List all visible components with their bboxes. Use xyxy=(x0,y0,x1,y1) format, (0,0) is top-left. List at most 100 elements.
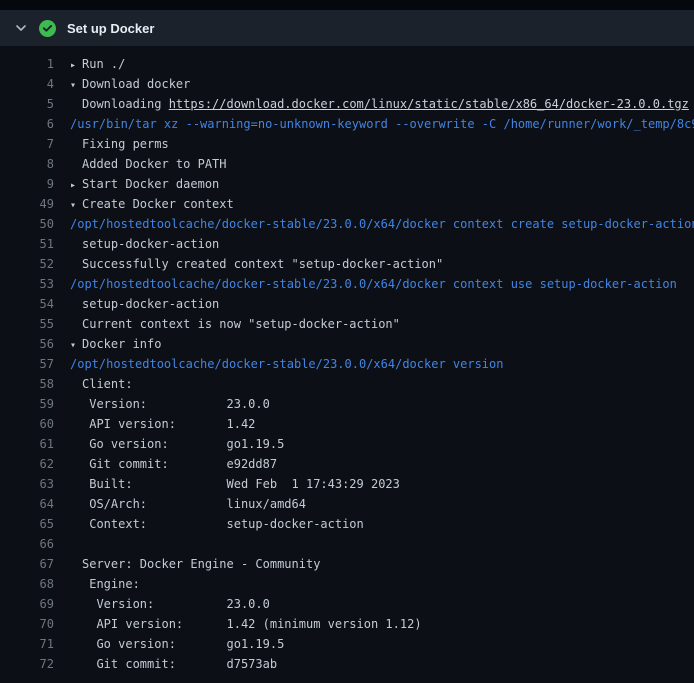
log-row: 7 Fixing perms xyxy=(0,134,694,154)
log-text: Go version: go1.19.5 xyxy=(82,437,284,451)
line-number[interactable]: 7 xyxy=(0,134,54,154)
log-row: 72 Git commit: d7573ab xyxy=(0,654,694,674)
line-number[interactable]: 66 xyxy=(0,534,54,554)
log-command-text: /usr/bin/tar xz --warning=no-unknown-key… xyxy=(70,117,694,131)
line-number[interactable]: 9 xyxy=(0,174,54,194)
collapse-toggle-icon[interactable]: ▾ xyxy=(70,76,82,94)
log-line-content: ▾Create Docker context xyxy=(70,194,234,214)
line-number[interactable]: 70 xyxy=(0,614,54,634)
line-number[interactable]: 1 xyxy=(0,54,54,74)
log-line-content: Successfully created context "setup-dock… xyxy=(70,254,443,274)
log-line-content: ▸Run ./ xyxy=(70,54,125,74)
log-row: 51 setup-docker-action xyxy=(0,234,694,254)
line-number[interactable]: 72 xyxy=(0,654,54,674)
log-line-content: API version: 1.42 (minimum version 1.12) xyxy=(70,614,422,634)
log-row: 60 API version: 1.42 xyxy=(0,414,694,434)
line-number[interactable]: 62 xyxy=(0,454,54,474)
log-text: Create Docker context xyxy=(82,197,234,211)
line-number[interactable]: 63 xyxy=(0,474,54,494)
line-number[interactable]: 64 xyxy=(0,494,54,514)
log-line-content: Engine: xyxy=(70,574,140,594)
line-number[interactable]: 53 xyxy=(0,274,54,294)
log-group-row[interactable]: 1 ▸Run ./ xyxy=(0,54,694,74)
line-number[interactable]: 58 xyxy=(0,374,54,394)
log-row: 63 Built: Wed Feb 1 17:43:29 2023 xyxy=(0,474,694,494)
log-command-text: /opt/hostedtoolcache/docker-stable/23.0.… xyxy=(70,277,677,291)
log-text: Successfully created context "setup-dock… xyxy=(82,257,443,271)
line-number[interactable]: 51 xyxy=(0,234,54,254)
log-line-content: Added Docker to PATH xyxy=(70,154,227,174)
log-row: 6/usr/bin/tar xz --warning=no-unknown-ke… xyxy=(0,114,694,134)
log-row: 54 setup-docker-action xyxy=(0,294,694,314)
log-line-content: Go version: go1.19.5 xyxy=(70,634,284,654)
line-number[interactable]: 69 xyxy=(0,594,54,614)
log-line-content: Go version: go1.19.5 xyxy=(70,434,284,454)
log-group-row[interactable]: 4 ▾Download docker xyxy=(0,74,694,94)
line-number[interactable]: 67 xyxy=(0,554,54,574)
log-row: 55 Current context is now "setup-docker-a… xyxy=(0,314,694,334)
step-header[interactable]: Set up Docker xyxy=(0,10,694,46)
line-number[interactable]: 60 xyxy=(0,414,54,434)
workflow-log-panel: Set up Docker 1▸Run ./4▾Download docker5… xyxy=(0,0,694,683)
log-text: Engine: xyxy=(82,577,140,591)
line-number[interactable]: 5 xyxy=(0,94,54,114)
log-line-content: Context: setup-docker-action xyxy=(70,514,364,534)
log-group-row[interactable]: 9 ▸Start Docker daemon xyxy=(0,174,694,194)
step-title: Set up Docker xyxy=(67,21,154,36)
line-number[interactable]: 8 xyxy=(0,154,54,174)
expand-toggle-icon[interactable]: ▸ xyxy=(70,56,82,74)
log-text: Server: Docker Engine - Community xyxy=(82,557,320,571)
log-row: 66 xyxy=(0,534,694,554)
log-line-content: Version: 23.0.0 xyxy=(70,594,270,614)
line-number[interactable]: 54 xyxy=(0,294,54,314)
log-line-content: ▾Docker info xyxy=(70,334,161,354)
line-number[interactable]: 65 xyxy=(0,514,54,534)
collapse-toggle-icon[interactable]: ▾ xyxy=(70,336,82,354)
log-text: Go version: go1.19.5 xyxy=(82,637,284,651)
expand-toggle-icon[interactable]: ▸ xyxy=(70,176,82,194)
line-number[interactable]: 68 xyxy=(0,574,54,594)
log-url-link[interactable]: https://download.docker.com/linux/static… xyxy=(169,97,689,111)
log-line-content: Version: 23.0.0 xyxy=(70,394,270,414)
chevron-down-icon[interactable] xyxy=(14,21,28,35)
line-number[interactable]: 71 xyxy=(0,634,54,654)
log-text: Downloading xyxy=(82,97,169,111)
log-text: Fixing perms xyxy=(82,137,169,151)
line-number[interactable]: 57 xyxy=(0,354,54,374)
log-row: 5 Downloading https://download.docker.com… xyxy=(0,94,694,114)
line-number[interactable]: 61 xyxy=(0,434,54,454)
log-line-content: setup-docker-action xyxy=(70,234,219,254)
log-line-content: setup-docker-action xyxy=(70,294,219,314)
line-number[interactable]: 52 xyxy=(0,254,54,274)
log-row: 69 Version: 23.0.0 xyxy=(0,594,694,614)
log-text: Docker info xyxy=(82,337,161,351)
line-number[interactable]: 56 xyxy=(0,334,54,354)
line-number[interactable]: 55 xyxy=(0,314,54,334)
log-text: Client: xyxy=(82,377,133,391)
log-text: Git commit: d7573ab xyxy=(82,657,277,671)
log-row: 65 Context: setup-docker-action xyxy=(0,514,694,534)
log-line-content: ▾Download docker xyxy=(70,74,190,94)
log-row: 8 Added Docker to PATH xyxy=(0,154,694,174)
log-text: Current context is now "setup-docker-act… xyxy=(82,317,400,331)
log-row: 71 Go version: go1.19.5 xyxy=(0,634,694,654)
log-row: 70 API version: 1.42 (minimum version 1.… xyxy=(0,614,694,634)
log-line-content: Git commit: e92dd87 xyxy=(70,454,277,474)
log-row: 61 Go version: go1.19.5 xyxy=(0,434,694,454)
log-line-content: API version: 1.42 xyxy=(70,414,255,434)
line-number[interactable]: 4 xyxy=(0,74,54,94)
log-group-row[interactable]: 49 ▾Create Docker context xyxy=(0,194,694,214)
line-number[interactable]: 59 xyxy=(0,394,54,414)
log-line-content: ▸Start Docker daemon xyxy=(70,174,219,194)
collapse-toggle-icon[interactable]: ▾ xyxy=(70,196,82,214)
log-command-text: /opt/hostedtoolcache/docker-stable/23.0.… xyxy=(70,217,694,231)
line-number[interactable]: 49 xyxy=(0,194,54,214)
log-line-content xyxy=(70,534,82,554)
log-text: setup-docker-action xyxy=(82,237,219,251)
line-number[interactable]: 50 xyxy=(0,214,54,234)
log-text: Context: setup-docker-action xyxy=(82,517,364,531)
log-text: API version: 1.42 (minimum version 1.12) xyxy=(82,617,422,631)
line-number[interactable]: 6 xyxy=(0,114,54,134)
log-text: Git commit: e92dd87 xyxy=(82,457,277,471)
log-group-row[interactable]: 56 ▾Docker info xyxy=(0,334,694,354)
